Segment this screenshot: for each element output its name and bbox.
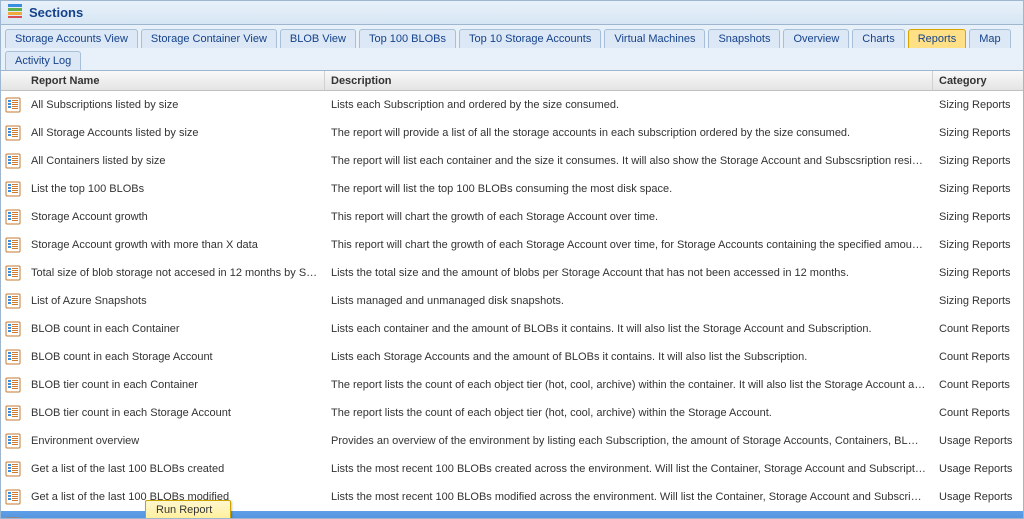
window-title: Sections	[29, 5, 83, 20]
report-category: Sizing Reports	[933, 295, 1023, 307]
report-name: BLOB count in each Storage Account	[25, 351, 325, 363]
report-icon	[1, 461, 25, 477]
report-icon	[1, 321, 25, 337]
column-header-name[interactable]: Report Name	[25, 71, 325, 90]
report-category: Count Reports	[933, 379, 1023, 391]
tab-charts[interactable]: Charts	[852, 29, 904, 48]
report-description: Lists each Storage Accounts and the amou…	[325, 351, 933, 363]
report-icon	[1, 153, 25, 169]
report-name: List the top 100 BLOBs	[25, 183, 325, 195]
report-name: All Containers listed by size	[25, 155, 325, 167]
column-header-icon[interactable]	[1, 71, 25, 90]
table-row[interactable]: All Subscriptions listed by sizeLists ea…	[1, 91, 1023, 119]
tab-snapshots[interactable]: Snapshots	[708, 29, 780, 48]
report-name: Total size of blob storage not accesed i…	[25, 267, 325, 279]
column-header-description[interactable]: Description	[325, 71, 933, 90]
report-category: Count Reports	[933, 323, 1023, 335]
report-description: Provides an overview of the environment …	[325, 435, 933, 447]
tab-blob-view[interactable]: BLOB View	[280, 29, 356, 48]
report-description: The report will list the top 100 BLOBs c…	[325, 183, 933, 195]
reports-grid: Report Name Description Category All Sub…	[1, 71, 1023, 519]
report-description: Lists each Subscription and ordered by t…	[325, 99, 933, 111]
table-row[interactable]: BLOB count in each ContainerLists each c…	[1, 315, 1023, 343]
table-row[interactable]: BLOB count in each Storage AccountLists …	[1, 343, 1023, 371]
tab-top-10-storage-accounts[interactable]: Top 10 Storage Accounts	[459, 29, 601, 48]
app-icon	[7, 3, 23, 22]
tab-virtual-machines[interactable]: Virtual Machines	[604, 29, 705, 48]
report-category: Sizing Reports	[933, 99, 1023, 111]
report-category: Sizing Reports	[933, 155, 1023, 167]
report-category: Usage Reports	[933, 463, 1023, 475]
grid-header: Report Name Description Category	[1, 71, 1023, 91]
report-icon	[1, 265, 25, 281]
report-icon	[1, 125, 25, 141]
report-name: Environment overview	[25, 435, 325, 447]
table-row[interactable]: Storage Account growthThis report will c…	[1, 203, 1023, 231]
report-icon	[1, 489, 25, 505]
report-name: BLOB count in each Container	[25, 323, 325, 335]
app-window: Sections Storage Accounts ViewStorage Co…	[0, 0, 1024, 519]
table-row[interactable]: All Containers listed by sizeThe report …	[1, 147, 1023, 175]
table-row[interactable]: Total size of blob storage not accesed i…	[1, 259, 1023, 287]
report-category: Count Reports	[933, 407, 1023, 419]
report-description: The report lists the count of each objec…	[325, 407, 933, 419]
column-header-category[interactable]: Category	[933, 71, 1023, 90]
report-icon	[1, 433, 25, 449]
table-row[interactable]: BLOB tier count in each ContainerThe rep…	[1, 371, 1023, 399]
report-icon	[1, 293, 25, 309]
report-description: Lists the total size and the amount of b…	[325, 267, 933, 279]
table-row[interactable]: List of Azure SnapshotsLists managed and…	[1, 287, 1023, 315]
report-name: Storage Account growth	[25, 211, 325, 223]
report-category: Sizing Reports	[933, 239, 1023, 251]
report-description: The report lists the count of each objec…	[325, 379, 933, 391]
report-name: List of Azure Snapshots	[25, 295, 325, 307]
report-category: Usage Reports	[933, 491, 1023, 503]
report-icon	[1, 349, 25, 365]
report-category: Sizing Reports	[933, 127, 1023, 139]
table-row[interactable]: BLOB tier count in each Storage AccountT…	[1, 399, 1023, 427]
table-row[interactable]: Storage Account growth with more than X …	[1, 231, 1023, 259]
report-description: The report will provide a list of all th…	[325, 127, 933, 139]
tab-overview[interactable]: Overview	[783, 29, 849, 48]
report-icon	[1, 97, 25, 113]
report-category: Sizing Reports	[933, 183, 1023, 195]
report-description: This report will chart the growth of eac…	[325, 211, 933, 223]
context-menu-run-report[interactable]: Run Report	[145, 500, 231, 519]
report-category: Count Reports	[933, 351, 1023, 363]
tabbar: Storage Accounts ViewStorage Container V…	[1, 25, 1023, 71]
report-icon	[1, 405, 25, 421]
tab-reports[interactable]: Reports	[908, 29, 967, 48]
table-row[interactable]: List the top 100 BLOBsThe report will li…	[1, 175, 1023, 203]
report-name: Storage Account growth with more than X …	[25, 239, 325, 251]
table-row[interactable]: Get a list of the last 100 BLOBs created…	[1, 455, 1023, 483]
titlebar: Sections	[1, 1, 1023, 25]
grid-rows: All Subscriptions listed by sizeLists ea…	[1, 91, 1023, 519]
tab-top-100-blobs[interactable]: Top 100 BLOBs	[359, 29, 456, 48]
tab-storage-accounts-view[interactable]: Storage Accounts View	[5, 29, 138, 48]
report-icon	[1, 377, 25, 393]
report-description: Lists the most recent 100 BLOBs modified…	[325, 491, 933, 503]
report-description: Lists each container and the amount of B…	[325, 323, 933, 335]
tab-map[interactable]: Map	[969, 29, 1010, 48]
report-icon	[1, 181, 25, 197]
report-name: Get a list of the last 100 BLOBs created	[25, 463, 325, 475]
report-icon	[1, 209, 25, 225]
report-description: The report will list each container and …	[325, 155, 933, 167]
tab-storage-container-view[interactable]: Storage Container View	[141, 29, 277, 48]
report-name: All Subscriptions listed by size	[25, 99, 325, 111]
report-category: Usage Reports	[933, 435, 1023, 447]
context-menu-label: Run Report	[156, 504, 212, 516]
report-name: All Storage Accounts listed by size	[25, 127, 325, 139]
report-category: Sizing Reports	[933, 211, 1023, 223]
report-icon	[1, 237, 25, 253]
report-name: BLOB tier count in each Container	[25, 379, 325, 391]
report-description: Lists managed and unmanaged disk snapsho…	[325, 295, 933, 307]
report-name: BLOB tier count in each Storage Account	[25, 407, 325, 419]
report-description: This report will chart the growth of eac…	[325, 239, 933, 251]
table-row[interactable]: All Storage Accounts listed by sizeThe r…	[1, 119, 1023, 147]
tab-activity-log[interactable]: Activity Log	[5, 51, 81, 70]
report-category: Sizing Reports	[933, 267, 1023, 279]
table-row[interactable]: Environment overviewProvides an overview…	[1, 427, 1023, 455]
report-description: Lists the most recent 100 BLOBs created …	[325, 463, 933, 475]
